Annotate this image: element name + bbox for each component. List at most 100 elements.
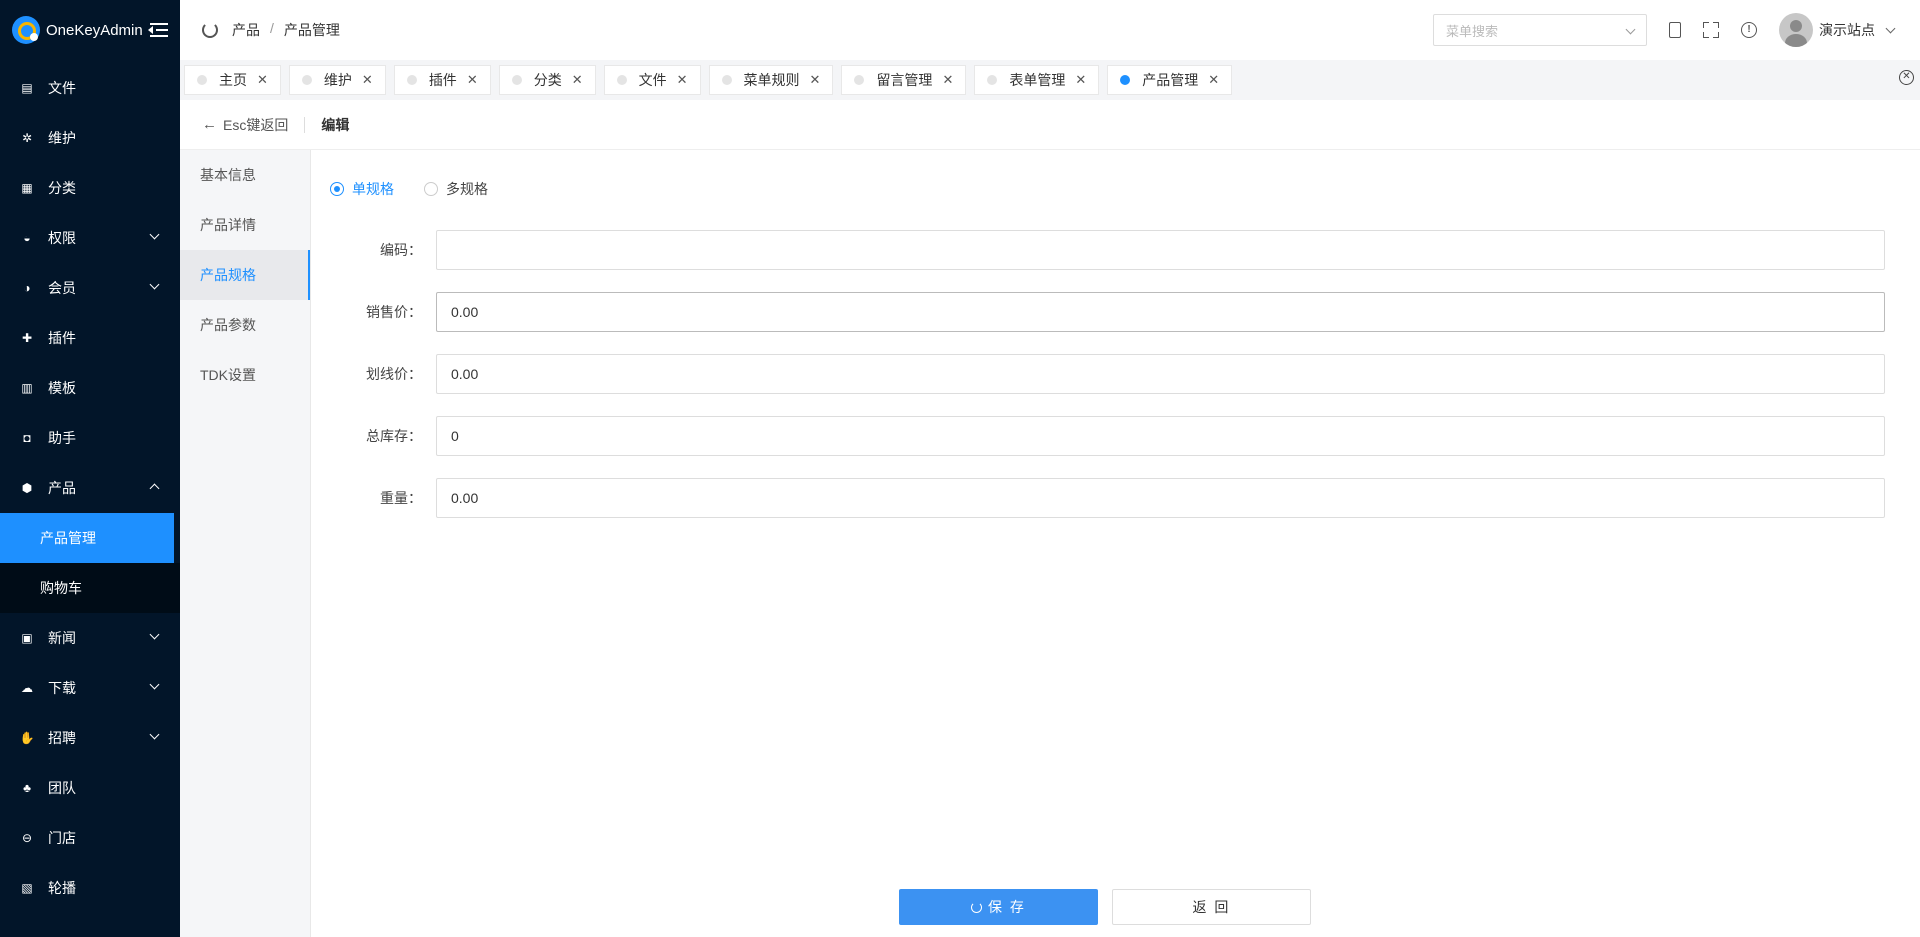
sidebar-subitem-cart[interactable]: 购物车 xyxy=(0,563,180,613)
close-icon[interactable]: ✕ xyxy=(810,72,821,88)
sidebar-item-permission[interactable]: ◒ 权限 xyxy=(0,213,180,263)
esc-back-button[interactable]: ← Esc键返回 xyxy=(202,115,288,135)
tab-status-dot xyxy=(406,75,417,85)
chevron-down-icon xyxy=(149,679,160,690)
tab-category[interactable]: 分类 ✕ xyxy=(498,65,596,95)
sidebar-item-recruit[interactable]: ✋ 招聘 xyxy=(0,713,180,763)
tab-message-manage[interactable]: 留言管理 ✕ xyxy=(841,65,967,95)
radio-circle xyxy=(330,182,344,196)
tab-product-manage[interactable]: 产品管理 ✕ xyxy=(1107,65,1233,95)
sidebar-item-maintain[interactable]: ✲ 维护 xyxy=(0,113,180,163)
tab-maintain[interactable]: 维护 ✕ xyxy=(288,65,386,95)
edit-section-nav: 基本信息 产品详情 产品规格 产品参数 TDK设置 xyxy=(180,150,311,937)
close-icon[interactable]: ✕ xyxy=(257,72,268,88)
refresh-icon xyxy=(971,901,983,913)
sidebar-item-label: 招聘 xyxy=(48,730,76,746)
nav-product-spec[interactable]: 产品规格 xyxy=(180,250,310,300)
sidebar-item-team[interactable]: ♣ 团队 xyxy=(0,763,180,813)
close-icon[interactable]: ✕ xyxy=(467,72,478,88)
menu-search-select[interactable]: 菜单搜索 xyxy=(1433,14,1647,46)
tab-form-manage[interactable]: 表单管理 ✕ xyxy=(974,65,1100,95)
sidebar-item-plugin[interactable]: ✚ 插件 xyxy=(0,313,180,363)
close-icon[interactable]: ✕ xyxy=(362,72,373,88)
sidebar-subitem-label: 产品管理 xyxy=(40,530,96,546)
chevron-down-icon xyxy=(149,629,160,640)
info-icon[interactable]: ! xyxy=(1741,22,1757,38)
app-logo-icon xyxy=(12,16,40,44)
site-name[interactable]: 演示站点 xyxy=(1819,20,1875,40)
tab-label: 表单管理 xyxy=(1009,72,1066,88)
sidebar-item-helper[interactable]: ◘ 助手 xyxy=(0,413,180,463)
code-input[interactable] xyxy=(436,230,1885,270)
gear-icon: ✲ xyxy=(21,131,33,145)
sidebar-fold-icon[interactable] xyxy=(148,22,168,38)
sidebar-item-category[interactable]: ▦ 分类 xyxy=(0,163,180,213)
sidebar-item-label: 模板 xyxy=(48,380,76,396)
chevron-down-icon xyxy=(149,729,160,740)
sidebar-item-member[interactable]: ◑ 会员 xyxy=(0,263,180,313)
sidebar-item-file[interactable]: ▤ 文件 xyxy=(0,63,180,113)
radio-label: 单规格 xyxy=(352,181,394,197)
tab-label: 分类 xyxy=(533,72,562,88)
breadcrumb-item: 产品管理 xyxy=(283,22,340,38)
sale-price-input[interactable]: 0.00 xyxy=(436,292,1885,332)
sidebar-item-label: 维护 xyxy=(48,130,76,146)
divider xyxy=(304,116,306,133)
tab-status-dot xyxy=(987,75,998,85)
tab-plugin[interactable]: 插件 ✕ xyxy=(393,65,491,95)
close-icon[interactable]: ✕ xyxy=(1075,72,1086,88)
field-label: 总库存： xyxy=(366,428,422,444)
close-icon[interactable]: ✕ xyxy=(942,72,953,88)
brand: OneKeyAdmin xyxy=(0,0,180,60)
grid-icon: ▦ xyxy=(21,181,33,195)
original-price-input[interactable]: 0.00 xyxy=(436,354,1885,394)
mobile-preview-icon[interactable] xyxy=(1669,22,1681,38)
chevron-down-icon[interactable] xyxy=(1885,23,1896,33)
sidebar-item-template[interactable]: ▥ 模板 xyxy=(0,363,180,413)
save-button[interactable]: 保 存 xyxy=(899,889,1098,925)
sidebar-item-download[interactable]: ☁ 下载 xyxy=(0,663,180,713)
weight-input[interactable]: 0.00 xyxy=(436,478,1885,518)
sidebar-item-product[interactable]: ⬢ 产品 xyxy=(0,463,180,513)
close-icon[interactable]: ✕ xyxy=(1208,72,1219,88)
nav-tdk-settings[interactable]: TDK设置 xyxy=(180,350,310,400)
close-icon[interactable]: ✕ xyxy=(677,72,688,88)
close-all-tabs-icon[interactable]: ✕ xyxy=(1899,70,1914,85)
refresh-icon[interactable] xyxy=(202,22,218,38)
sidebar-item-carousel[interactable]: ▧ 轮播 xyxy=(0,863,180,913)
nav-product-detail[interactable]: 产品详情 xyxy=(180,200,310,250)
sidebar-item-label: 新闻 xyxy=(48,630,76,646)
sidebar-subitem-product-manage[interactable]: 产品管理 xyxy=(0,513,174,563)
close-icon[interactable]: ✕ xyxy=(572,72,583,88)
field-label: 销售价： xyxy=(366,304,422,320)
sidebar-item-store[interactable]: ⊖ 门店 xyxy=(0,813,180,863)
menu-search-placeholder: 菜单搜索 xyxy=(1446,23,1499,39)
sidebar-item-label: 产品 xyxy=(48,480,76,496)
fullscreen-icon[interactable] xyxy=(1703,22,1719,38)
field-total-stock: 总库存： 0 xyxy=(312,416,1900,456)
sidebar-item-news[interactable]: ▣ 新闻 xyxy=(0,613,180,663)
total-stock-input[interactable]: 0 xyxy=(436,416,1885,456)
radio-single-spec[interactable]: 单规格 xyxy=(330,179,394,199)
carousel-icon: ▧ xyxy=(21,881,33,895)
tab-label: 插件 xyxy=(428,72,457,88)
breadcrumb-item[interactable]: 产品 xyxy=(232,20,260,40)
sidebar-item-label: 会员 xyxy=(48,280,76,296)
tab-status-dot xyxy=(721,75,732,85)
field-label: 重量： xyxy=(380,490,422,506)
tab-label: 维护 xyxy=(323,72,352,88)
tab-home[interactable]: 主页 ✕ xyxy=(184,65,281,95)
radio-multi-spec[interactable]: 多规格 xyxy=(424,179,488,199)
nav-basic-info[interactable]: 基本信息 xyxy=(180,150,310,200)
field-original-price: 划线价： 0.00 xyxy=(312,354,1900,394)
nav-product-params[interactable]: 产品参数 xyxy=(180,300,310,350)
radio-circle xyxy=(424,182,438,196)
back-label: Esc键返回 xyxy=(223,116,289,133)
file-icon: ▤ xyxy=(21,81,33,95)
back-button[interactable]: 返 回 xyxy=(1112,889,1311,925)
avatar[interactable] xyxy=(1779,13,1813,47)
tab-file[interactable]: 文件 ✕ xyxy=(603,65,701,95)
tab-label: 菜单规则 xyxy=(743,72,800,88)
tab-menu-rules[interactable]: 菜单规则 ✕ xyxy=(708,65,834,95)
sidebar-item-label: 权限 xyxy=(48,230,76,246)
